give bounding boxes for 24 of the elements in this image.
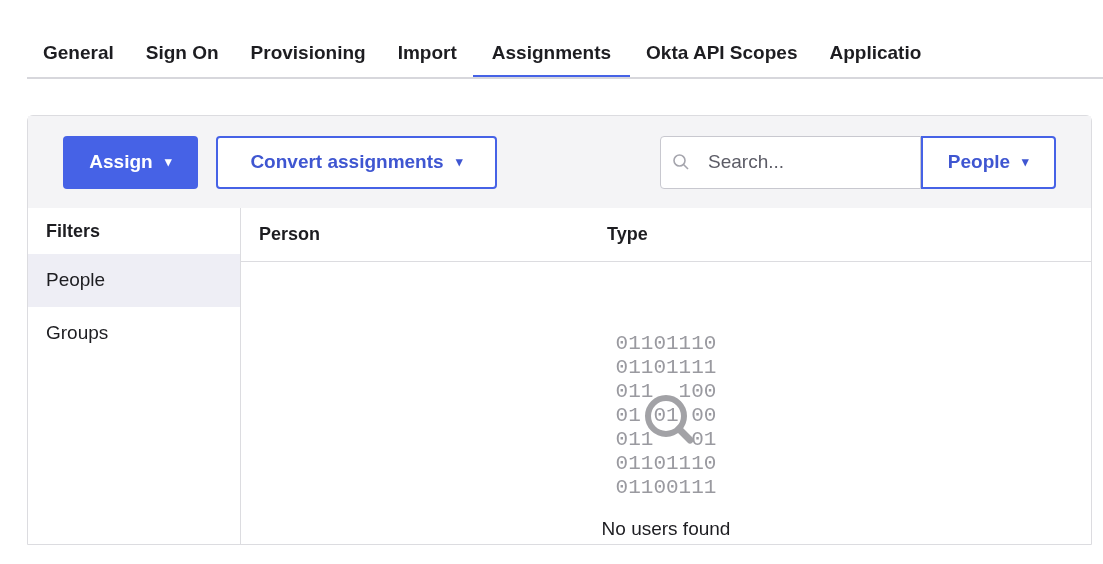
binary-line: 01101111	[615, 356, 717, 380]
column-header: Person	[258, 223, 322, 246]
type-dropdown[interactable]: People ▾	[921, 135, 1056, 189]
column-header: Type	[607, 223, 648, 246]
tab[interactable]: Assignments	[472, 27, 631, 77]
assign-button[interactable]: Assign ▾	[63, 135, 198, 189]
tab[interactable]: Sign On	[129, 27, 235, 77]
binary-line: 01100111	[615, 476, 717, 500]
binary-line: 011 100	[615, 380, 717, 404]
filter-item[interactable]: People	[28, 254, 240, 307]
tab[interactable]: Okta API Scopes	[630, 27, 814, 77]
binary-line: 01101110	[615, 332, 717, 356]
tab[interactable]: Applicatio	[813, 27, 938, 77]
empty-message: No users found	[601, 517, 731, 541]
binary-line: 011 01	[615, 428, 717, 452]
search-field[interactable]: Search...	[660, 135, 921, 189]
binary-line: 01101110	[615, 452, 717, 476]
tab[interactable]: General	[27, 27, 130, 77]
filters-heading: Filters	[45, 219, 102, 243]
tab[interactable]: Provisioning	[234, 27, 382, 77]
tab[interactable]: Import	[381, 27, 473, 77]
binary-line: 01 01 00	[615, 404, 717, 428]
search-icon	[672, 152, 690, 171]
convert-assignments-button[interactable]: Convert assignments ▾	[216, 135, 497, 189]
